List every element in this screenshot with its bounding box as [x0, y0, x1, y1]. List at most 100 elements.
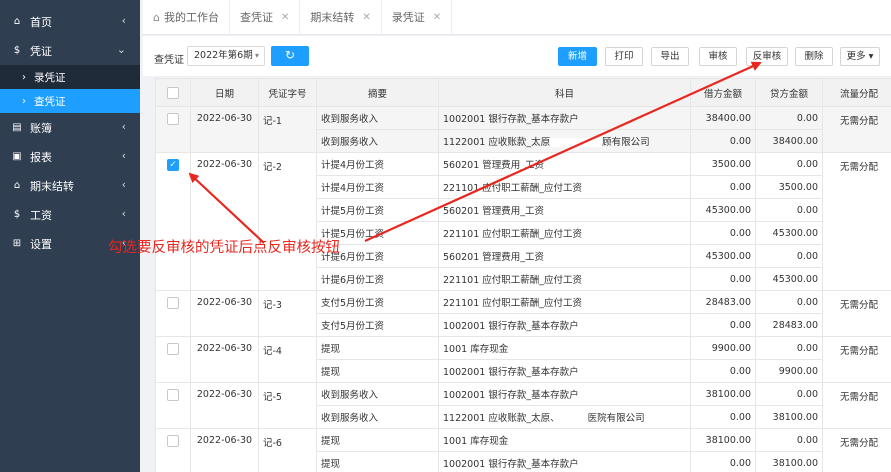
settings-grid-icon: ⊞ [12, 238, 22, 249]
salary-icon: $ [13, 209, 21, 220]
sidebar-subitem-label: 查凭证 [34, 95, 66, 108]
header-credit: 贷方金额 [755, 78, 823, 107]
table-header-row: 日期 凭证字号 摘要 科目 借方金额 贷方金额 流量分配 [155, 78, 891, 107]
row-checkbox[interactable] [167, 297, 179, 309]
flow-allocation: 无需分配 [822, 382, 891, 429]
line-account: 1002001 银行存款_基本存款户 [438, 359, 691, 383]
line-account: 221101 应付职工薪酬_应付工资 [438, 221, 691, 245]
row-select-cell: ✓ [155, 152, 191, 291]
line-summary: 提现 [316, 451, 439, 472]
row-checkbox[interactable] [167, 343, 179, 355]
header-voucher-no: 凭证字号 [258, 78, 317, 107]
select-all-checkbox[interactable] [167, 86, 179, 99]
row-select-cell [155, 382, 191, 429]
export-button[interactable]: 导出 [651, 47, 689, 66]
chevron-down-icon: ⌄ [116, 43, 126, 56]
voucher-no[interactable]: 记-3 [258, 290, 317, 337]
row-checkbox-checked[interactable]: ✓ [167, 159, 179, 171]
line-debit: 0.00 [690, 451, 756, 472]
line-credit: 0.00 [755, 336, 823, 360]
header-account: 科目 [438, 78, 691, 107]
voucher-no[interactable]: 记-6 [258, 428, 317, 472]
table-row[interactable]: ✓ 2022-06-30 记-2 计提4月份工资 560201 管理费用_工资 … [155, 152, 891, 291]
sidebar-item-home[interactable]: ⌂ 首页 ‹ [0, 7, 140, 36]
tab-label: 查凭证 [239, 11, 273, 24]
row-checkbox[interactable] [167, 389, 179, 401]
tab-period-close[interactable]: 期末结转 ✕ [300, 0, 382, 35]
close-icon[interactable]: ✕ [362, 12, 370, 23]
line-summary: 提现 [316, 359, 439, 383]
tab-workbench[interactable]: ⌂ 我的工作台 [143, 0, 230, 35]
tab-query-voucher[interactable]: 查凭证 ✕ [230, 0, 301, 35]
redacted-block [550, 138, 603, 147]
audit-button[interactable]: 审核 [699, 47, 737, 66]
table-row[interactable]: 2022-06-30 记-5 收到服务收入 1002001 银行存款_基本存款户… [155, 382, 891, 429]
redacted-block [559, 414, 588, 423]
line-account: 1002001 银行存款_基本存款户 [438, 106, 691, 130]
row-select-cell [155, 336, 191, 383]
unaudit-button[interactable]: 反审核 [746, 47, 788, 66]
line-debit: 38400.00 [690, 106, 756, 130]
line-debit: 45300.00 [690, 198, 756, 222]
annotation-text: 勾选要反审核的凭证后点反审核按钮 [108, 240, 340, 256]
sidebar-item-label: 设置 [30, 237, 52, 251]
print-button[interactable]: 打印 [605, 47, 643, 66]
flow-allocation: 无需分配 [822, 336, 891, 383]
sidebar-item-ledger[interactable]: ▤ 账簿 ‹ [0, 113, 140, 142]
new-button[interactable]: 新增 [558, 47, 597, 66]
line-debit: 0.00 [690, 267, 756, 291]
close-icon[interactable]: ✕ [281, 12, 289, 23]
sidebar-item-voucher[interactable]: $ 凭证 ⌄ [0, 36, 140, 65]
sidebar-item-salary[interactable]: $ 工资 ‹ [0, 200, 140, 229]
voucher-no[interactable]: 记-4 [258, 336, 317, 383]
line-account: 1122001 应收账款_太原 顾有限公司 [438, 129, 691, 153]
voucher-date: 2022-06-30 [190, 106, 259, 153]
line-account: 560201 管理费用_工资 [438, 152, 691, 176]
line-summary: 计提4月份工资 [316, 175, 439, 199]
toolbar: 查凭证 2022年第6期 ▾ ↻ 新增 打印 导出 审核 反审核 删除 更多 ▾ [143, 36, 891, 76]
voucher-table-container: 日期 凭证字号 摘要 科目 借方金额 贷方金额 流量分配 2022-06-30 … [155, 78, 891, 472]
line-summary: 支付5月份工资 [316, 313, 439, 337]
line-account: 221101 应付职工薪酬_应付工资 [438, 175, 691, 199]
header-debit: 借方金额 [690, 78, 756, 107]
sidebar-item-report[interactable]: ▣ 报表 ‹ [0, 142, 140, 171]
period-select[interactable]: 2022年第6期 ▾ [187, 46, 265, 66]
more-button[interactable]: 更多 ▾ [840, 47, 880, 66]
voucher-no[interactable]: 记-2 [258, 152, 317, 291]
table-row[interactable]: 2022-06-30 记-3 支付5月份工资 221101 应付职工薪酬_应付工… [155, 290, 891, 337]
ledger-icon: ▤ [12, 122, 22, 133]
tab-enter-voucher[interactable]: 录凭证 ✕ [382, 0, 453, 35]
line-credit: 0.00 [755, 244, 823, 268]
period-value: 2022年第6期 [194, 50, 253, 61]
account-part: 1122001 应收账款_太原 [443, 137, 551, 148]
more-label: 更多 [846, 51, 866, 62]
sidebar-subitem-enter-voucher[interactable]: › 录凭证 [0, 65, 140, 89]
account-part: 1122001 应收账款_太原、 [443, 413, 560, 424]
tab-bar: ⌂ 我的工作台 查凭证 ✕ 期末结转 ✕ 录凭证 ✕ [143, 0, 891, 35]
flow-allocation: 无需分配 [822, 106, 891, 153]
line-debit: 38100.00 [690, 428, 756, 452]
line-account: 1001 库存现金 [438, 336, 691, 360]
row-checkbox[interactable] [167, 113, 179, 125]
voucher-no[interactable]: 记-1 [258, 106, 317, 153]
line-credit: 45300.00 [755, 221, 823, 245]
refresh-button[interactable]: ↻ [271, 46, 309, 66]
table-row[interactable]: 2022-06-30 记-4 提现 1001 库存现金 9900.00 0.00… [155, 336, 891, 383]
line-debit: 0.00 [690, 221, 756, 245]
flow-allocation: 无需分配 [822, 290, 891, 337]
voucher-date: 2022-06-30 [190, 428, 259, 472]
sidebar-subitem-query-voucher[interactable]: › 查凭证 [0, 89, 140, 113]
close-icon[interactable]: ✕ [433, 12, 441, 23]
row-checkbox[interactable] [167, 435, 179, 447]
line-account: 221101 应付职工薪酬_应付工资 [438, 290, 691, 314]
voucher-no[interactable]: 记-5 [258, 382, 317, 429]
line-account: 560201 管理费用_工资 [438, 198, 691, 222]
chevron-right-icon: › [22, 71, 26, 83]
line-summary: 提现 [316, 428, 439, 452]
table-row[interactable]: 2022-06-30 记-6 提现 1001 库存现金 38100.00 0.0… [155, 428, 891, 472]
table-row[interactable]: 2022-06-30 记-1 收到服务收入 1002001 银行存款_基本存款户… [155, 106, 891, 153]
delete-button[interactable]: 删除 [795, 47, 833, 66]
line-debit: 28483.00 [690, 290, 756, 314]
chevron-left-icon: ‹ [121, 207, 126, 220]
sidebar-item-period-close[interactable]: ⌂ 期末结转 ‹ [0, 171, 140, 200]
